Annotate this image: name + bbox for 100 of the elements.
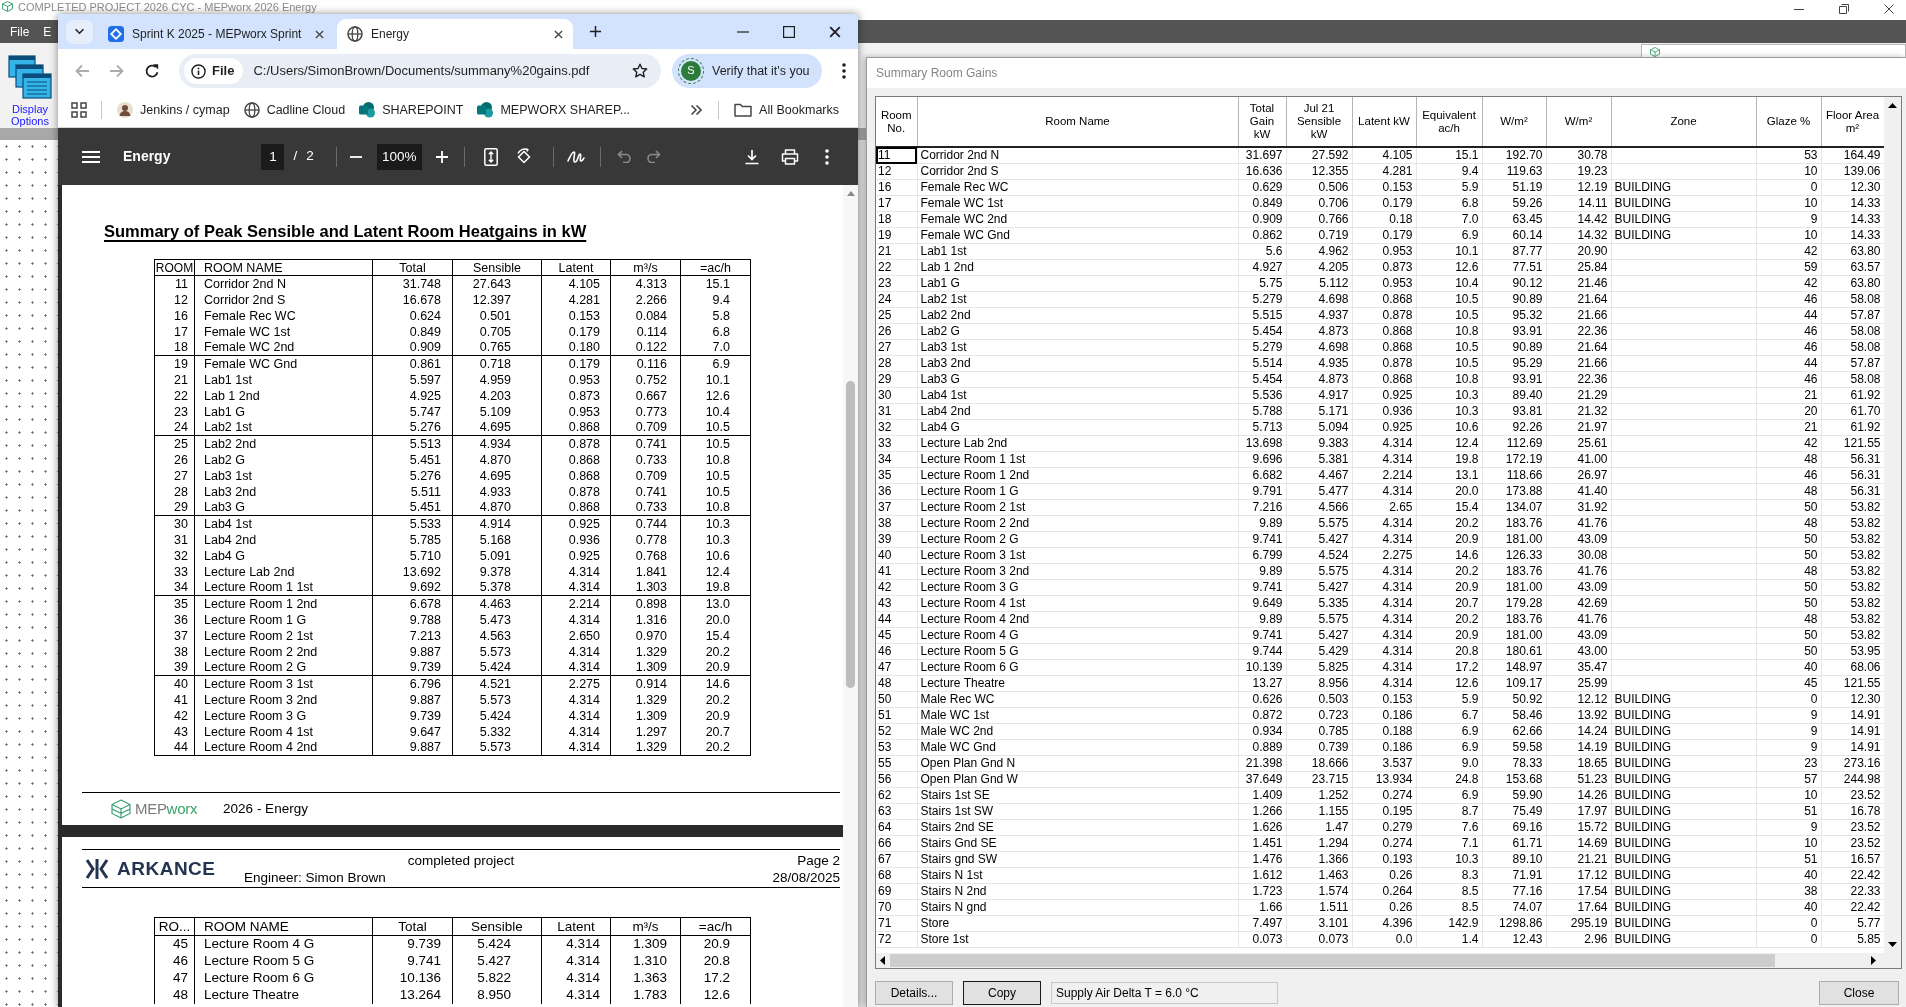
display-options-button[interactable]: Display Options	[5, 55, 55, 127]
table-cell: 61.71	[1482, 835, 1546, 852]
table-cell: 9.696	[1238, 451, 1286, 468]
close-button[interactable]: Close	[1819, 981, 1899, 1005]
table-cell: 37	[876, 499, 917, 516]
bookmark-link[interactable]: MEPWORX SHAREP...	[470, 96, 638, 124]
scrollbar-thumb[interactable]	[846, 381, 855, 688]
star-icon[interactable]	[632, 63, 648, 79]
table-cell: 4.563	[452, 627, 542, 644]
table-cell: 10.139	[1238, 659, 1286, 676]
menu-item[interactable]: E	[43, 24, 52, 39]
table-cell: 9.0	[1416, 755, 1482, 772]
table-cell: 0.765	[452, 339, 542, 356]
table-cell: 42.69	[1546, 595, 1611, 612]
table-cell: 0.936	[541, 531, 611, 548]
table-cell: 59.58	[1482, 739, 1546, 756]
maximize-icon[interactable]	[783, 25, 795, 38]
tile-logo-icon	[477, 102, 494, 118]
table-cell: 5.575	[1286, 611, 1352, 628]
table-cell: BUILDING	[1611, 787, 1756, 804]
table-cell: 15.1	[1416, 147, 1482, 164]
page-number-field[interactable]: 1	[261, 143, 285, 170]
bookmark-link[interactable]: Cadline Cloud	[236, 96, 353, 124]
pen-squiggle-icon[interactable]	[566, 148, 585, 165]
table-cell: 0.709	[610, 419, 681, 436]
fit-page-icon[interactable]	[483, 147, 498, 166]
menu-icon[interactable]	[82, 150, 100, 163]
table-cell: 10.4	[1416, 275, 1482, 292]
minimize-icon[interactable]	[737, 30, 749, 33]
more-icon[interactable]	[825, 148, 829, 165]
restore-icon[interactable]	[1839, 4, 1849, 14]
scrollbar[interactable]	[1884, 97, 1901, 953]
table-cell: 4.934	[452, 435, 542, 452]
table-cell: Lecture Room 2 1st	[917, 499, 1238, 516]
zoom-in-icon[interactable]	[435, 150, 448, 163]
table-cell: 4.314	[1352, 563, 1416, 580]
browser-tab[interactable]: Sprint K 2025 - MEPworx Sprint	[98, 19, 334, 49]
table-cell: 4.281	[1352, 163, 1416, 180]
site-info-button[interactable]: File	[184, 58, 244, 84]
table-cell: 34	[154, 579, 195, 596]
table-cell: Lab4 1st	[194, 515, 373, 532]
scrollbar-thumb[interactable]	[890, 954, 1775, 967]
print-icon[interactable]	[781, 148, 799, 165]
table-cell: 5.477	[1286, 483, 1352, 500]
table-cell: 48	[1756, 611, 1821, 628]
table-cell: 36	[876, 483, 917, 500]
table-cell: 16.636	[1238, 163, 1286, 180]
download-icon[interactable]	[744, 148, 760, 165]
table-cell: Lecture Room 1 1st	[917, 451, 1238, 468]
more-icon[interactable]	[841, 63, 846, 79]
table-cell: 22.36	[1546, 323, 1611, 340]
table-cell: Lab4 G	[917, 419, 1238, 436]
dialog-button[interactable]: Copy	[963, 981, 1041, 1005]
close-icon[interactable]	[1884, 4, 1894, 14]
scrollbar[interactable]	[876, 953, 1901, 968]
table-cell: 42	[876, 579, 917, 596]
table-cell: 12.397	[452, 291, 542, 308]
reload-icon[interactable]	[144, 63, 160, 79]
profile-button[interactable]: S Verify that it's you	[672, 54, 822, 88]
tab-search-button[interactable]	[66, 19, 93, 44]
minimize-icon[interactable]	[1794, 8, 1804, 10]
scroll-right-icon[interactable]	[1871, 956, 1876, 965]
bookmark-link[interactable]: SHAREPOINT	[352, 96, 471, 124]
table-cell: Lab3 1st	[917, 339, 1238, 356]
column-header: Latent	[541, 259, 611, 276]
table-cell: Lab3 G	[917, 371, 1238, 388]
table-cell: 9	[1756, 739, 1821, 756]
zoom-out-icon[interactable]	[349, 155, 362, 158]
table-cell: 5.513	[372, 435, 453, 452]
scroll-up-icon[interactable]	[1888, 103, 1897, 108]
table-cell: 0.274	[1352, 835, 1416, 852]
table-cell: 1.155	[1286, 803, 1352, 820]
table-cell: 51.19	[1482, 179, 1546, 196]
table-cell: Lab2 G	[194, 451, 373, 468]
close-icon[interactable]	[554, 29, 563, 39]
apps-grid-icon[interactable]	[71, 102, 87, 118]
table-cell: Lecture Room 4 1st	[194, 723, 373, 740]
table-cell: 43.09	[1546, 579, 1611, 596]
bookmark-link[interactable]: Jenkins / cymap	[110, 96, 237, 124]
table-cell: 47	[876, 659, 917, 676]
zoom-field[interactable]: 100%	[376, 143, 422, 170]
close-icon[interactable]	[829, 25, 841, 38]
scrollbar[interactable]	[843, 185, 858, 1007]
table-cell: 4.314	[1352, 627, 1416, 644]
dialog-button[interactable]: Details...	[875, 981, 953, 1005]
double-chevron-icon[interactable]	[690, 104, 703, 116]
scroll-left-icon[interactable]	[880, 956, 885, 965]
window-title: COMPLETED PROJECT 2026 CYC - MEPworx 2026 Energy	[18, 1, 317, 13]
table-cell: 31.92	[1546, 499, 1611, 516]
close-icon[interactable]	[315, 29, 324, 39]
plus-icon[interactable]	[589, 25, 602, 38]
table-cell: Lecture Room 2 G	[917, 531, 1238, 548]
scroll-down-icon[interactable]	[1888, 942, 1897, 947]
table-cell: 9.4	[680, 291, 751, 308]
bookmarks-folder-button[interactable]: All Bookmarks	[727, 96, 846, 124]
browser-tab[interactable]: Energy	[337, 19, 573, 49]
table-cell: 20.9	[1416, 531, 1482, 548]
address-bar[interactable]: File C:/Users/SimonBrown/Documents/summany%20gains.pdf	[179, 54, 661, 88]
menu-item[interactable]: File	[10, 24, 30, 39]
table-cell: 5.785	[372, 531, 453, 548]
